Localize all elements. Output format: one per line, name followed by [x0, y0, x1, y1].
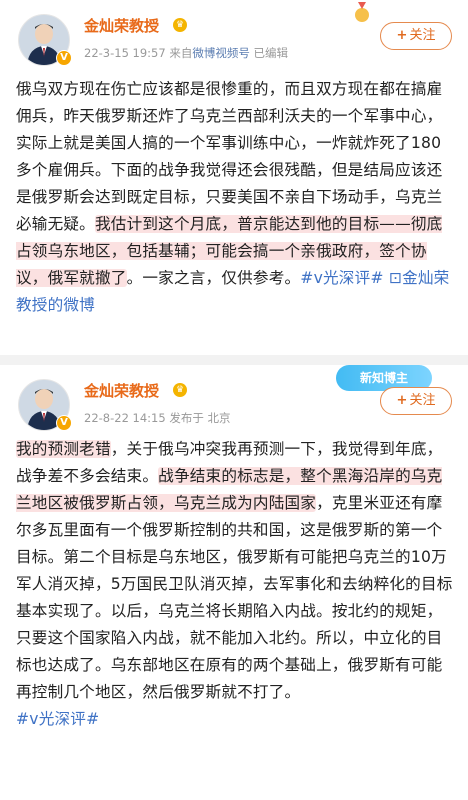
post-text: 我的预测老错，关于俄乌冲突我再预测一下，我觉得到年底，战争差不多会结束。战争结束…: [16, 436, 456, 733]
post-text-part: 俄乌双方现在伤亡应该都是很惨重的，而且双方现在都在搞雇佣兵，昨天俄罗斯还炸了乌克…: [16, 80, 443, 233]
post-location: 北京: [207, 411, 231, 425]
post-date: 22-8-22 14:15: [84, 411, 166, 425]
verified-v-icon: V: [56, 50, 72, 66]
author-name[interactable]: 金灿荣教授: [84, 380, 159, 401]
post-divider: [0, 355, 468, 365]
plus-icon: +: [396, 393, 408, 408]
crown-icon: ♛: [173, 383, 187, 397]
post-date: 22-3-15 19:57: [84, 46, 166, 60]
plus-icon: +: [396, 28, 408, 43]
topic-tag[interactable]: #v光深评#: [16, 710, 99, 728]
post-text: 俄乌双方现在伤亡应该都是很惨重的，而且双方现在都在搞雇佣兵，昨天俄罗斯还炸了乌克…: [16, 76, 456, 319]
medal-decoration-icon: [355, 2, 369, 22]
edited-label: 已编辑: [253, 46, 289, 60]
post-text-part: 。一家之言，仅供参考。: [126, 269, 301, 287]
weibo-post-1: V 金灿荣教授 ♛ 22-3-15 19:57 来自微博视频号 已编辑 + 关注 …: [0, 0, 468, 355]
post-meta: 22-3-15 19:57 来自微博视频号 已编辑: [84, 45, 288, 61]
source-prefix: 来自: [169, 46, 193, 60]
follow-button[interactable]: + 关注: [380, 22, 452, 50]
topic-tag[interactable]: #v光深评#: [300, 269, 383, 287]
post-meta: 22-8-22 14:15 发布于 北京: [84, 410, 231, 426]
post-text-part: ，克里米亚还有摩尔多瓦里面有一个俄罗斯控制的共和国，这是俄罗斯的第一个目标。第二…: [16, 494, 453, 701]
crown-icon: ♛: [173, 18, 187, 32]
verified-v-icon: V: [56, 415, 72, 431]
highlighted-text: 我的预测老错: [16, 440, 111, 458]
source-prefix: 发布于: [169, 411, 204, 425]
follow-button[interactable]: + 关注: [380, 387, 452, 415]
source-link[interactable]: 微博视频号: [192, 46, 250, 60]
author-name[interactable]: 金灿荣教授: [84, 15, 159, 36]
weibo-link-icon: ⊡: [388, 269, 403, 287]
weibo-post-2: V 金灿荣教授 ♛ 22-8-22 14:15 发布于 北京 新知博主 + 关注 …: [0, 365, 468, 800]
